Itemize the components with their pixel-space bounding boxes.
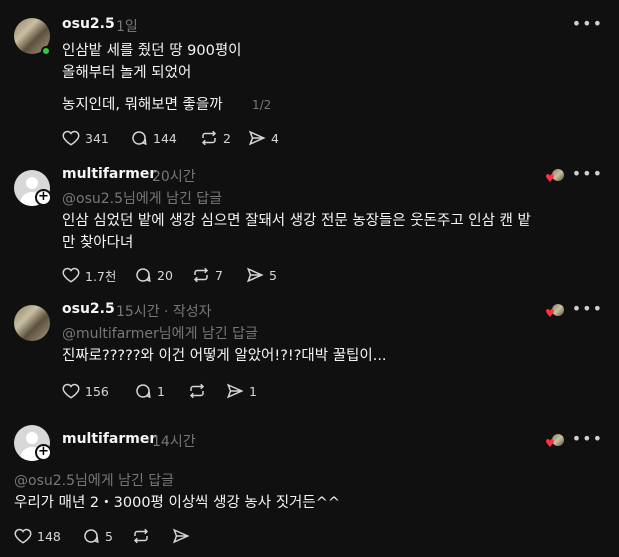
like-button[interactable]: 148 <box>14 526 61 546</box>
post-timestamp[interactable]: 14시간 <box>152 431 196 451</box>
author-liked-indicator: ♥ <box>545 168 565 186</box>
follow-plus-icon[interactable]: + <box>35 189 52 206</box>
more-horizontal-icon[interactable]: ••• <box>572 164 603 183</box>
like-button[interactable]: 341 <box>62 128 109 148</box>
repost-icon <box>201 130 217 146</box>
username[interactable]: osu2.5 <box>62 16 115 32</box>
repost-icon <box>193 267 209 283</box>
like-count: 156 <box>85 383 109 399</box>
repost-icon <box>133 528 149 544</box>
post-timestamp[interactable]: 15시간 · 작성자 <box>116 301 212 321</box>
share-icon <box>246 267 264 283</box>
more-horizontal-icon[interactable]: ••• <box>572 429 603 448</box>
more-horizontal-icon[interactable]: ••• <box>572 299 603 318</box>
comment-count: 20 <box>157 267 173 283</box>
repost-button[interactable]: 2 <box>200 128 231 148</box>
thread-post-1: osu2.5 1일 ••• 인삼밭 세를 줬던 땅 900평이 올해부터 놀게 … <box>0 0 619 160</box>
like-button[interactable]: 156 <box>62 381 109 401</box>
repost-count: 7 <box>215 267 223 283</box>
post-text: 진짜로?????와 이건 어떻게 알았어!?!?대박 꿀팁이... <box>62 348 387 364</box>
username[interactable]: multifarmer <box>62 166 156 182</box>
comment-button[interactable]: 144 <box>130 128 177 148</box>
heart-icon: ♥ <box>545 437 555 450</box>
reply-to-label[interactable]: @osu2.5님에게 남긴 답글 <box>14 470 174 490</box>
username[interactable]: osu2.5 <box>62 301 115 317</box>
post-timestamp[interactable]: 20시간 <box>152 166 196 186</box>
username[interactable]: multifarmer <box>62 431 156 447</box>
comment-count: 144 <box>153 130 177 146</box>
heart-icon: ♥ <box>545 172 555 185</box>
repost-count: 2 <box>223 130 231 146</box>
like-count: 148 <box>37 528 61 544</box>
share-count: 5 <box>269 267 277 283</box>
reply-to-label[interactable]: @osu2.5님에게 남긴 답글 <box>62 188 222 208</box>
share-count: 1 <box>249 383 257 399</box>
like-count: 341 <box>85 130 109 146</box>
post-actions: 148 5 <box>14 526 214 546</box>
avatar[interactable] <box>14 305 50 341</box>
heart-icon <box>62 383 80 399</box>
comment-button[interactable]: 5 <box>82 526 113 546</box>
share-button[interactable]: 1 <box>226 381 257 401</box>
comment-count: 1 <box>157 383 165 399</box>
repost-button[interactable] <box>132 526 150 546</box>
heart-icon <box>14 528 32 544</box>
thread-post-3: osu2.5 15시간 · 작성자 ♥ ••• @multifarmer님에게 … <box>0 295 619 415</box>
comment-icon <box>84 529 99 544</box>
thread-post-4: + multifarmer 14시간 ♥ ••• @osu2.5님에게 남긴 답… <box>0 415 619 557</box>
post-actions: 341 144 2 4 <box>62 128 322 148</box>
follow-plus-icon[interactable]: + <box>35 444 52 461</box>
page-indicator: 1/2 <box>252 98 272 112</box>
post-text-line-2: 올해부터 놀게 되었어 <box>62 65 192 81</box>
post-text-2: 농지인데, 뭐해보면 좋을까 <box>62 97 223 113</box>
heart-icon <box>62 267 80 283</box>
repost-button[interactable]: 7 <box>192 265 223 285</box>
share-icon <box>226 383 244 399</box>
comment-button[interactable]: 1 <box>134 381 165 401</box>
heart-icon: ♥ <box>545 307 555 320</box>
post-actions: 1.7천 20 7 5 <box>62 265 322 285</box>
like-button[interactable]: 1.7천 <box>62 265 116 285</box>
author-liked-indicator: ♥ <box>545 433 565 451</box>
author-liked-indicator: ♥ <box>545 303 565 321</box>
share-button[interactable]: 4 <box>248 128 279 148</box>
share-button[interactable] <box>172 526 190 546</box>
comment-icon <box>132 131 147 146</box>
share-icon <box>248 130 266 146</box>
post-text: 인삼 심었던 밭에 생강 심으면 잘돼서 생강 전문 농장들은 웃돈주고 인삼 … <box>62 213 531 251</box>
share-count: 4 <box>271 130 279 146</box>
more-horizontal-icon[interactable]: ••• <box>572 14 603 33</box>
post-text-line-1: 인삼밭 세를 줬던 땅 900평이 <box>62 43 242 59</box>
thread-post-2: + multifarmer 20시간 ♥ ••• @osu2.5님에게 남긴 답… <box>0 160 619 295</box>
share-button[interactable]: 5 <box>246 265 277 285</box>
repost-icon <box>189 383 205 399</box>
like-count: 1.7천 <box>85 268 117 284</box>
comment-icon <box>136 268 151 283</box>
repost-button[interactable] <box>188 381 211 401</box>
share-icon <box>172 528 190 544</box>
heart-icon <box>62 130 80 146</box>
comment-count: 5 <box>105 528 113 544</box>
post-actions: 156 1 1 <box>62 381 322 401</box>
reply-to-label[interactable]: @multifarmer님에게 남긴 답글 <box>62 323 258 343</box>
post-text: 우리가 매년 2・3000평 이상씩 생강 농사 짓거든^^ <box>14 495 341 511</box>
online-status-dot <box>41 46 51 56</box>
post-timestamp[interactable]: 1일 <box>116 16 138 36</box>
comment-button[interactable]: 20 <box>134 265 173 285</box>
comment-icon <box>136 384 151 399</box>
